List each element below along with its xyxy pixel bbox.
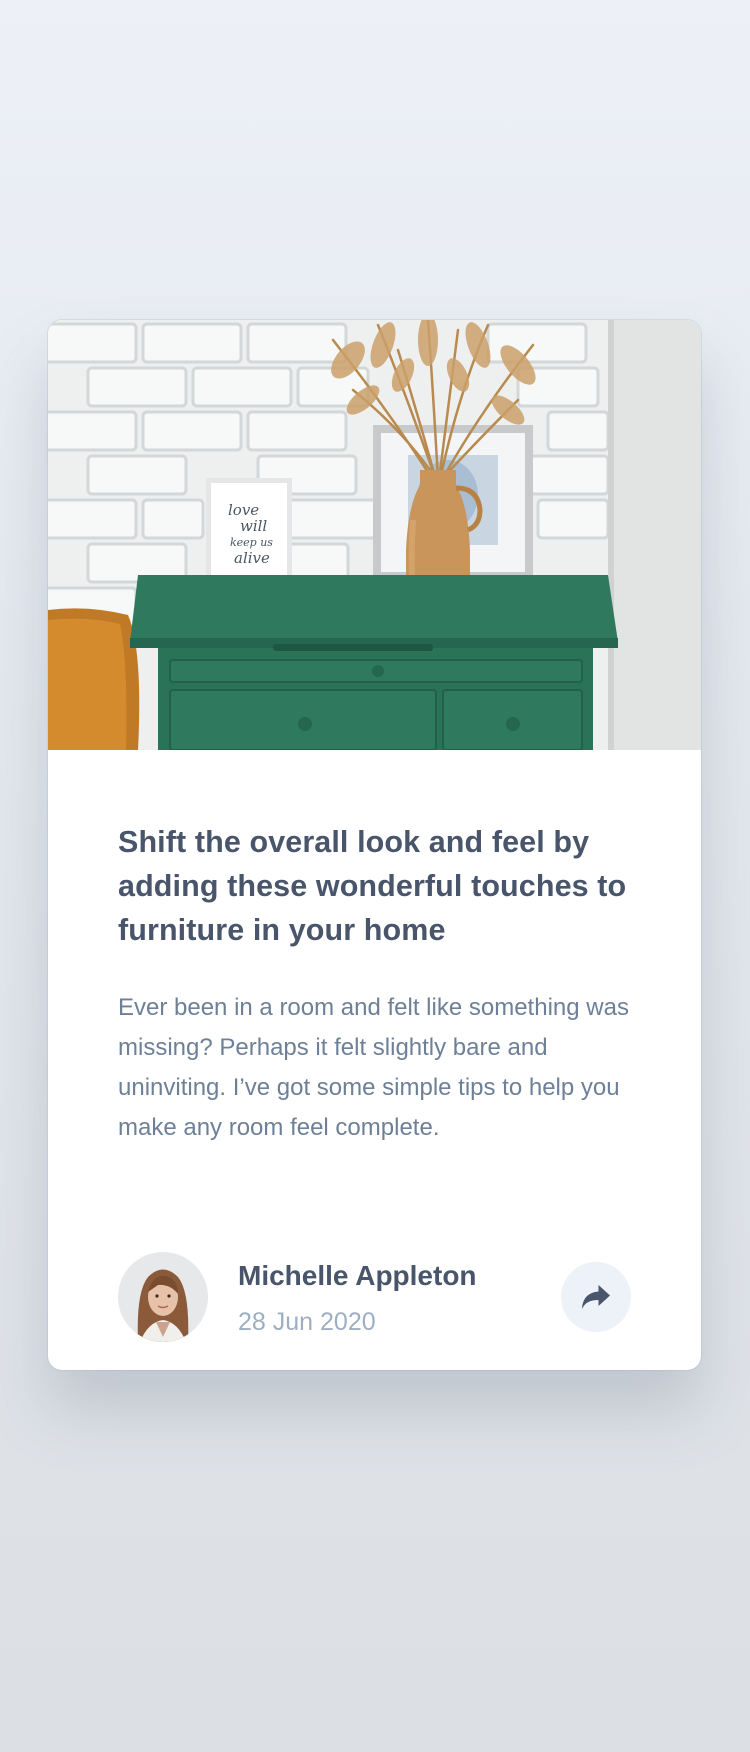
article-footer: Michelle Appleton 28 Jun 2020 — [118, 1252, 631, 1344]
article-card: love will keep us alive Shift the overal… — [48, 320, 701, 1370]
share-icon — [582, 1285, 610, 1309]
frame-text-2: will — [240, 517, 267, 535]
article-content: Shift the overall look and feel by addin… — [48, 820, 701, 1148]
author-avatar — [118, 1252, 208, 1342]
drawers-photo: love will keep us alive — [48, 320, 701, 750]
article-description: Ever been in a room and felt like someth… — [118, 994, 629, 1141]
frame-text-3: keep us — [230, 536, 273, 549]
article-image: love will keep us alive — [48, 320, 701, 750]
frame-text-4: alive — [234, 549, 270, 567]
publish-date: 28 Jun 2020 — [238, 1308, 376, 1336]
avatar-image — [118, 1252, 208, 1342]
author-name: Michelle Appleton — [238, 1260, 477, 1291]
share-button[interactable] — [561, 1262, 631, 1332]
article-title[interactable]: Shift the overall look and feel by addin… — [118, 820, 631, 952]
